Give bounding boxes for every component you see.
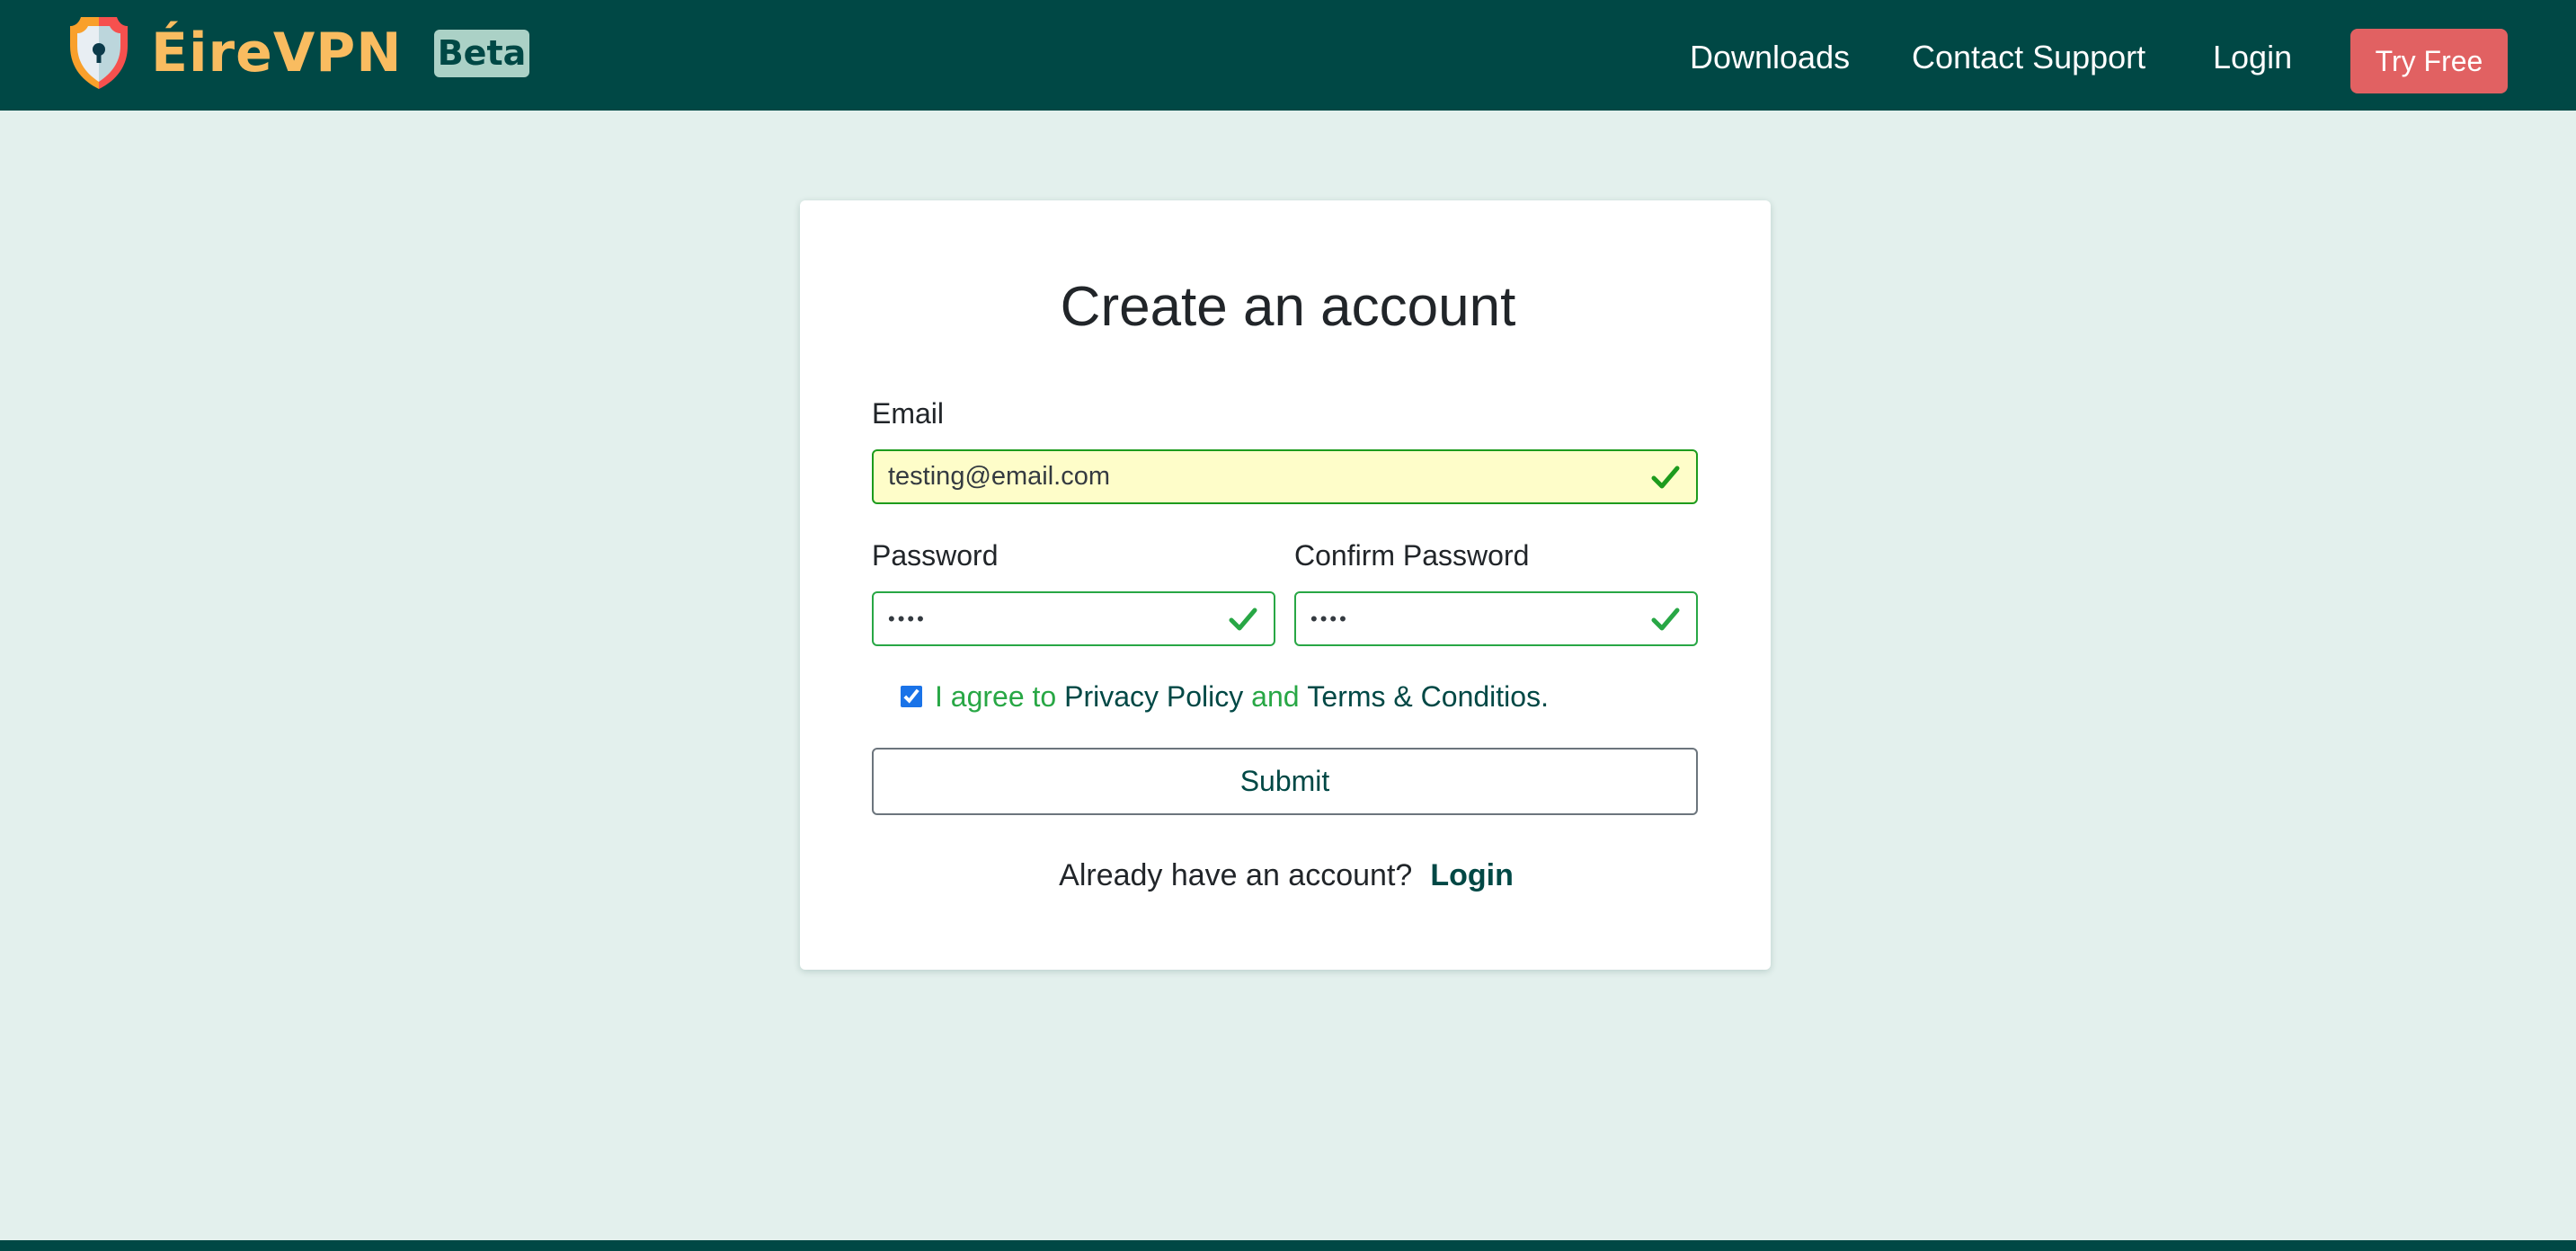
submit-button[interactable]: Submit <box>872 748 1698 815</box>
already-have-account-row: Already have an account? Login <box>0 856 2572 895</box>
shield-lock-icon <box>70 17 128 89</box>
nav-login[interactable]: Login <box>2213 36 2292 79</box>
confirm-password-label: Confirm Password <box>1294 539 1530 572</box>
agree-conjunction: and <box>1243 680 1308 713</box>
brand-name: ÉireVPN <box>151 22 403 84</box>
email-field-wrapper <box>872 449 1698 504</box>
confirm-password-field[interactable] <box>1296 593 1696 644</box>
valid-check-icon <box>1229 608 1257 631</box>
brand-home-link[interactable]: ÉireVPN <box>67 16 402 90</box>
password-field[interactable] <box>874 593 1274 644</box>
privacy-policy-link[interactable]: Privacy Policy <box>1064 679 1243 714</box>
page-title: Create an account <box>1060 276 1516 338</box>
footer <box>0 1240 2576 1251</box>
try-free-button[interactable]: Try Free <box>2350 29 2508 93</box>
nav-downloads[interactable]: Downloads <box>1690 36 1850 79</box>
agree-prefix: I agree to <box>935 680 1065 713</box>
login-link[interactable]: Login <box>1430 858 1514 892</box>
beta-badge: Beta <box>434 30 529 77</box>
email-label: Email <box>872 397 945 430</box>
terms-conditions-link[interactable]: Terms & Conditios. <box>1307 679 1549 714</box>
password-label: Password <box>872 539 999 572</box>
agree-terms-row: I agree to Privacy Policy and Terms & Co… <box>901 679 1549 714</box>
confirm-password-field-wrapper <box>1294 591 1698 646</box>
valid-check-icon <box>1651 608 1680 631</box>
agree-checkbox[interactable] <box>901 686 922 707</box>
nav-contact-support[interactable]: Contact Support <box>1912 36 2145 79</box>
password-field-wrapper <box>872 591 1275 646</box>
valid-check-icon <box>1651 466 1680 489</box>
email-field[interactable] <box>874 451 1696 502</box>
navbar: ÉireVPN Beta Downloads Contact Support L… <box>0 0 2576 111</box>
already-have-account-text: Already have an account? <box>1059 858 1413 892</box>
